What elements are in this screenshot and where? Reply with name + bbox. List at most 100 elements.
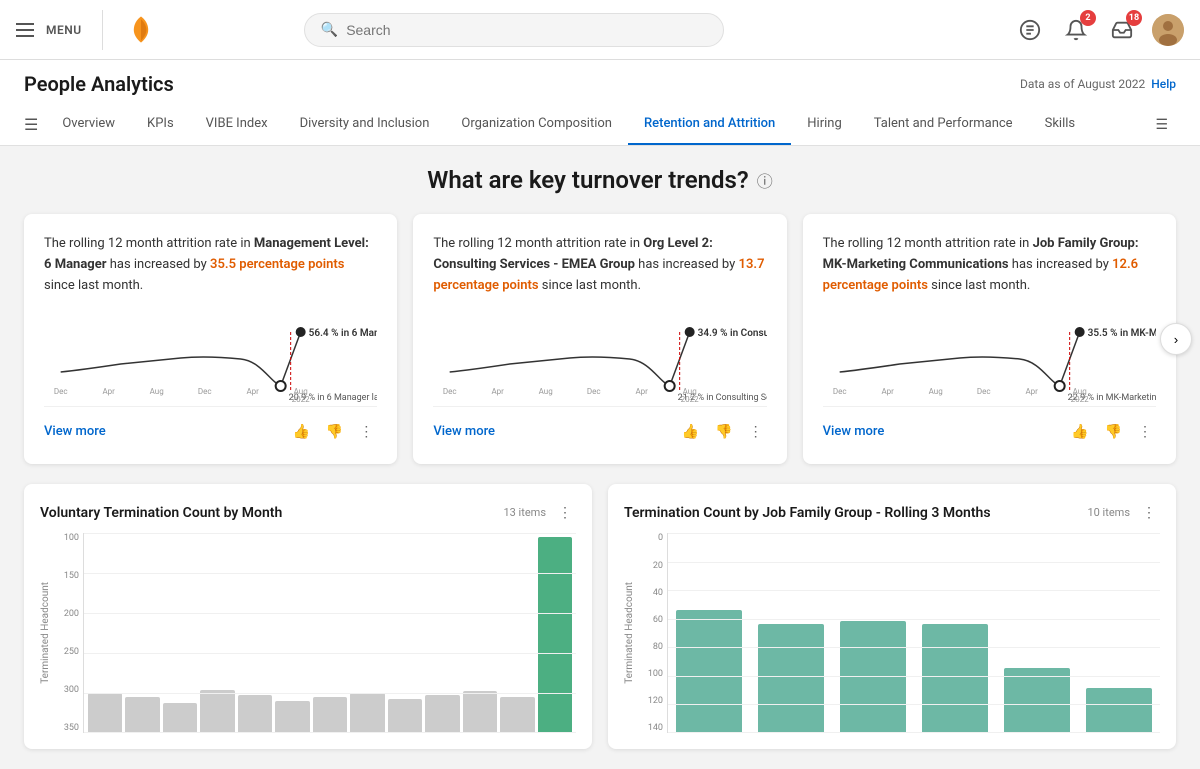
chart1-area: Terminated Headcount 350300250200150100 — [40, 533, 576, 733]
view-more-link[interactable]: View more — [44, 424, 106, 439]
y-tick: 250 — [55, 647, 79, 657]
section-header: What are key turnover trends? ⓘ — [24, 166, 1176, 194]
y-tick: 300 — [55, 685, 79, 695]
card-actions: 👍 👎 ⋮ — [288, 419, 377, 444]
view-more-link[interactable]: View more — [823, 424, 885, 439]
svg-text:Apr: Apr — [492, 387, 505, 396]
chart1-gridlines — [84, 533, 576, 732]
svg-text:Apr: Apr — [881, 387, 894, 396]
chart1-title: Voluntary Termination Count by Month — [40, 505, 282, 521]
svg-text:Aug: Aug — [150, 387, 164, 396]
svg-text:Apr: Apr — [1025, 387, 1038, 396]
svg-text:Apr: Apr — [102, 387, 115, 396]
search-input[interactable] — [346, 22, 707, 38]
chart1-more-button[interactable]: ⋮ — [554, 500, 576, 525]
chart2-gridlines — [668, 533, 1160, 732]
y-tick: 20 — [639, 561, 663, 571]
nav-left: MENU — [16, 10, 159, 50]
info-icon[interactable]: ⓘ — [757, 168, 773, 192]
svg-text:56.4 % in 6 Manager: 56.4 % in 6 Manager — [309, 328, 378, 339]
insight-card-card1: The rolling 12 month attrition rate in M… — [24, 214, 397, 464]
card-footer: View more 👍 👎 ⋮ — [44, 406, 377, 444]
thumbs-up-button[interactable]: 👍 — [288, 419, 313, 444]
chat-button[interactable] — [1014, 14, 1046, 46]
voluntary-termination-chart-card: Voluntary Termination Count by Month 13 … — [24, 484, 592, 749]
thumbs-down-button[interactable]: 👎 — [1101, 419, 1126, 444]
chart-cards: Voluntary Termination Count by Month 13 … — [24, 484, 1176, 749]
svg-text:Aug: Aug — [539, 387, 553, 396]
more-options-button[interactable]: ⋮ — [1134, 419, 1156, 444]
more-options-button[interactable]: ⋮ — [355, 419, 377, 444]
chart1-y-label: Terminated Headcount — [40, 582, 51, 684]
chart2-header: Termination Count by Job Family Group - … — [624, 500, 1160, 525]
chart2-y-label: Terminated Headcount — [624, 582, 635, 684]
section-title: What are key turnover trends? — [427, 166, 748, 194]
inbox-button[interactable]: 18 — [1106, 14, 1138, 46]
y-tick: 100 — [639, 669, 663, 679]
y-tick: 0 — [639, 533, 663, 543]
svg-text:Aug: Aug — [928, 387, 942, 396]
insight-text: The rolling 12 month attrition rate in J… — [823, 234, 1156, 296]
y-tick: 60 — [639, 615, 663, 625]
chart2-yticks: 140120100806040200 — [639, 533, 667, 733]
tab-hiring[interactable]: Hiring — [791, 104, 857, 145]
search-bar[interactable]: 🔍 — [304, 13, 724, 47]
workday-logo — [123, 12, 159, 48]
y-tick: 150 — [55, 571, 79, 581]
tab-org[interactable]: Organization Composition — [445, 104, 628, 145]
thumbs-up-button[interactable]: 👍 — [678, 419, 703, 444]
svg-text:35.5 % in MK-Marketing Co...: 35.5 % in MK-Marketing Co... — [1087, 328, 1156, 339]
thumbs-down-button[interactable]: 👎 — [711, 419, 736, 444]
filter-icon[interactable]: ☰ — [24, 115, 38, 134]
svg-text:Dec: Dec — [198, 387, 212, 396]
help-link[interactable]: Help — [1151, 77, 1176, 91]
tab-talent[interactable]: Talent and Performance — [858, 104, 1029, 145]
user-avatar[interactable] — [1152, 14, 1184, 46]
tabs-list: OverviewKPIsVIBE IndexDiversity and Incl… — [46, 104, 1147, 145]
thumbs-up-button[interactable]: 👍 — [1067, 419, 1092, 444]
tab-diversity[interactable]: Diversity and Inclusion — [284, 104, 446, 145]
search-icon: 🔍 — [321, 22, 338, 38]
chart2-title: Termination Count by Job Family Group - … — [624, 505, 991, 521]
tab-skills[interactable]: Skills — [1029, 104, 1092, 145]
chart2-area: Terminated Headcount 140120100806040200 — [624, 533, 1160, 733]
more-options-button[interactable]: ⋮ — [745, 419, 767, 444]
hamburger-menu[interactable] — [16, 23, 34, 37]
y-tick: 120 — [639, 696, 663, 706]
tab-retention[interactable]: Retention and Attrition — [628, 104, 791, 145]
tab-overview[interactable]: Overview — [46, 104, 131, 145]
y-tick: 80 — [639, 642, 663, 652]
svg-text:2022: 2022 — [1070, 395, 1088, 402]
notifications-button[interactable]: 2 — [1060, 14, 1092, 46]
view-more-link[interactable]: View more — [433, 424, 495, 439]
page-title: People Analytics — [24, 72, 174, 96]
thumbs-down-button[interactable]: 👎 — [322, 419, 347, 444]
insight-card-card3: The rolling 12 month attrition rate in J… — [803, 214, 1176, 464]
inbox-badge: 18 — [1126, 10, 1142, 26]
card-actions: 👍 👎 ⋮ — [1067, 419, 1156, 444]
nav-right: 2 18 — [1014, 14, 1184, 46]
main-content: What are key turnover trends? ⓘ The roll… — [0, 146, 1200, 769]
svg-text:Dec: Dec — [976, 387, 990, 396]
tabs-container: ☰ OverviewKPIsVIBE IndexDiversity and In… — [24, 104, 1176, 145]
chart2-items: 10 items — [1087, 506, 1130, 519]
page-header: People Analytics Data as of August 2022 … — [0, 60, 1200, 146]
y-tick: 100 — [55, 533, 79, 543]
insight-card-card2: The rolling 12 month attrition rate in O… — [413, 214, 786, 464]
data-as-of: Data as of August 2022 Help — [1020, 77, 1176, 91]
y-tick: 40 — [639, 588, 663, 598]
tab-list-icon[interactable]: ☰ — [1147, 105, 1176, 145]
nav-divider — [102, 10, 103, 50]
scroll-right-button[interactable]: › — [1160, 323, 1192, 355]
card-footer: View more 👍 👎 ⋮ — [433, 406, 766, 444]
tab-kpis[interactable]: KPIs — [131, 104, 190, 145]
page-title-row: People Analytics Data as of August 2022 … — [24, 72, 1176, 104]
insight-text: The rolling 12 month attrition rate in O… — [433, 234, 766, 296]
card-actions: 👍 👎 ⋮ — [678, 419, 767, 444]
chart2-inner: 140120100806040200 — [639, 533, 1160, 733]
chart1-items: 13 items — [503, 506, 546, 519]
tab-vibe[interactable]: VIBE Index — [190, 104, 284, 145]
spark-chart: 56.4 % in 6 Manager20.9 % in 6 Manager l… — [44, 312, 377, 402]
chart2-more-button[interactable]: ⋮ — [1138, 500, 1160, 525]
svg-text:2022: 2022 — [292, 395, 310, 402]
